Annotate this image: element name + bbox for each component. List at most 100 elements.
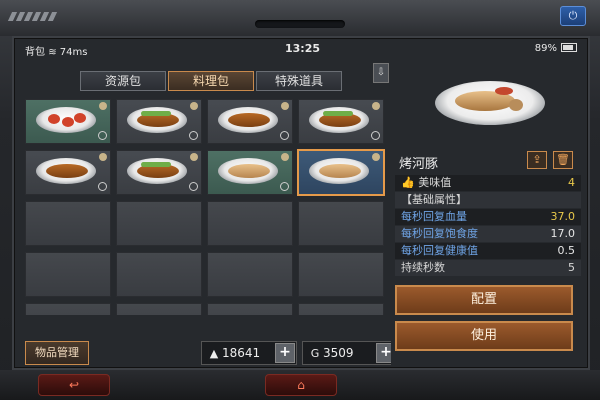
status-right: 89% <box>535 43 577 54</box>
item-slot-pork[interactable] <box>207 150 293 195</box>
attr-value: 4 <box>568 176 575 189</box>
bottom-nav: ↩ ⌂ <box>0 370 600 400</box>
clock-badge-icon <box>189 182 198 191</box>
sort-icon[interactable]: ⇩ <box>373 63 389 83</box>
thumbs-up-icon: 👍 <box>401 176 415 189</box>
trash-icon[interactable]: 🗑 <box>553 151 573 169</box>
pork-icon <box>228 164 270 178</box>
tomato-icon <box>74 113 86 123</box>
selected-dish-image <box>435 81 545 125</box>
attr-label: 每秒回复健康值 <box>401 244 478 257</box>
lock-badge-icon <box>190 102 198 110</box>
currency-gold-value: 3509 <box>323 346 354 360</box>
herb-icon <box>323 111 353 116</box>
attr-row-header: 【基础属性】 <box>395 192 581 208</box>
clock-badge-icon <box>98 131 107 140</box>
empty-slot[interactable] <box>25 303 111 315</box>
empty-slot[interactable] <box>298 201 384 246</box>
empty-slot[interactable] <box>116 252 202 297</box>
device-top-bar: ⏻ <box>0 0 600 36</box>
item-slot-grilled-fish[interactable] <box>25 150 111 195</box>
attr-value: 0.5 <box>557 244 576 257</box>
lock-badge-icon <box>99 102 107 110</box>
status-battery-text: 89% <box>534 43 557 54</box>
attr-row-flavor: 👍 美味值 4 <box>395 175 581 191</box>
fish-icon <box>46 164 88 178</box>
clock-badge-icon <box>189 131 198 140</box>
lock-badge-icon <box>190 153 198 161</box>
battery-icon <box>561 43 577 52</box>
use-button[interactable]: 使用 <box>395 321 573 351</box>
empty-slot[interactable] <box>207 252 293 297</box>
item-slot-grilled-fish[interactable] <box>298 99 384 144</box>
inventory-panel: 资源包 料理包 特殊道具 ⇩ 物品管理 ▲ 18641 + G 3509 + <box>19 61 398 367</box>
screen: 背包 ≋ 74ms 13:25 89% 资源包 料理包 特殊道具 ⇩ 物品管理 … <box>14 38 588 368</box>
status-bar: 背包 ≋ 74ms 13:25 89% <box>15 39 587 59</box>
tab-bar: 资源包 料理包 特殊道具 <box>80 71 342 91</box>
currency-ore: ▲ 18641 + <box>201 341 297 365</box>
lock-badge-icon <box>281 153 289 161</box>
item-slot-grilled-fish[interactable] <box>116 150 202 195</box>
empty-slot[interactable] <box>116 303 202 315</box>
tab-special-items[interactable]: 特殊道具 <box>256 71 342 91</box>
currency-ore-value: 18641 <box>222 346 261 360</box>
device-slot <box>255 20 345 28</box>
share-icon[interactable]: ⇪ <box>527 151 547 169</box>
add-ore-button[interactable]: + <box>275 343 295 363</box>
tomato-icon <box>48 114 60 124</box>
gold-coin-icon: G <box>310 347 320 360</box>
empty-slot[interactable] <box>298 303 384 315</box>
power-icon[interactable]: ⏻ <box>560 6 586 26</box>
status-time: 13:25 <box>285 42 321 55</box>
item-slot-grilled-fish[interactable] <box>207 99 293 144</box>
sauce-icon <box>495 87 513 95</box>
item-slot-grilled-fish[interactable] <box>116 99 202 144</box>
status-ping: 74ms <box>59 47 88 58</box>
lock-badge-icon <box>99 153 107 161</box>
item-name: 烤河豚 <box>399 157 439 172</box>
attribute-list: 👍 美味值 4 【基础属性】 每秒回复血量 37.0 每秒回复饱食度 17.0 每秒回… <box>395 175 581 277</box>
configure-button[interactable]: 配置 <box>395 285 573 315</box>
attr-value: 17.0 <box>550 227 576 240</box>
item-detail-panel: 烤河豚 ⇪ 🗑 👍 美味值 4 【基础属性】 每秒回复血量 37.0 每秒回复饱食度… <box>391 61 585 367</box>
clock-badge-icon <box>371 131 380 140</box>
empty-slot[interactable] <box>25 252 111 297</box>
item-slot-pork-selected[interactable] <box>297 149 385 196</box>
herb-icon <box>141 162 171 167</box>
lock-badge-icon <box>372 153 380 161</box>
home-icon[interactable]: ⌂ <box>265 374 337 396</box>
empty-slot[interactable] <box>207 303 293 315</box>
attr-row-hp: 每秒回复血量 37.0 <box>395 209 581 225</box>
clock-badge-icon <box>98 182 107 191</box>
attr-label: 美味值 <box>418 176 452 189</box>
decorative-stripes <box>7 12 58 21</box>
back-arrow-icon[interactable]: ↩ <box>38 374 110 396</box>
status-app: 背包 <box>25 47 45 58</box>
empty-slot[interactable] <box>116 201 202 246</box>
attr-value: 5 <box>568 261 575 274</box>
empty-slot[interactable] <box>25 201 111 246</box>
ore-icon: ▲ <box>209 347 219 360</box>
item-slot-salad[interactable] <box>25 99 111 144</box>
tab-cooking[interactable]: 料理包 <box>168 71 254 91</box>
item-grid <box>25 99 389 315</box>
tab-resources[interactable]: 资源包 <box>80 71 166 91</box>
attr-label: 每秒回复饱食度 <box>401 227 478 240</box>
attr-value: 37.0 <box>550 210 576 223</box>
attr-row-satiety: 每秒回复饱食度 17.0 <box>395 226 581 242</box>
empty-slot[interactable] <box>298 252 384 297</box>
empty-slot[interactable] <box>207 201 293 246</box>
status-left: 背包 ≋ 74ms <box>25 43 87 58</box>
fish-icon <box>228 113 270 127</box>
herb-icon <box>141 111 171 116</box>
wifi-icon: ≋ <box>48 47 57 58</box>
mushroom-icon <box>509 99 523 111</box>
pork-icon <box>319 164 361 178</box>
attr-row-health: 每秒回复健康值 0.5 <box>395 243 581 259</box>
clock-badge-icon <box>280 182 289 191</box>
lock-badge-icon <box>281 102 289 110</box>
attr-label: 持续秒数 <box>401 261 445 274</box>
item-management-button[interactable]: 物品管理 <box>25 341 89 365</box>
inventory-footer: 物品管理 ▲ 18641 + G 3509 + <box>19 341 398 367</box>
lock-badge-icon <box>372 102 380 110</box>
